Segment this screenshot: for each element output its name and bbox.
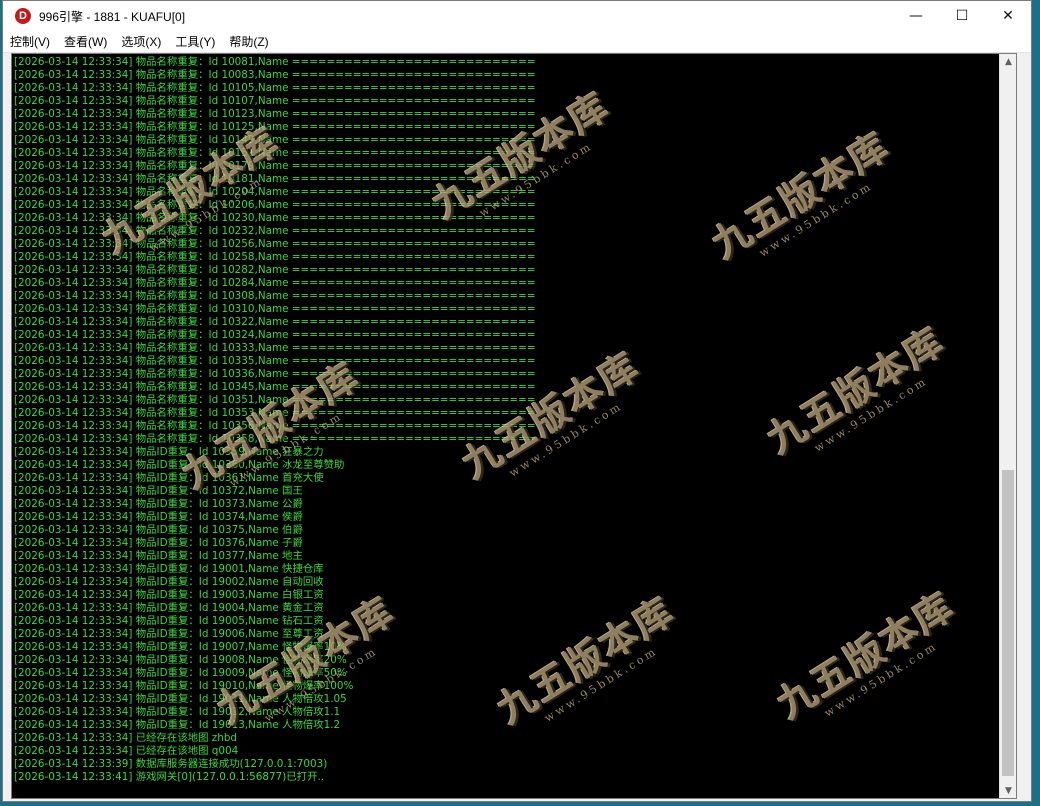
log-line: [2026-03-14 12:33:34] 物品名称重复：Id 10324,Na… [14,329,536,341]
log-line: [2026-03-14 12:33:34] 物品名称重复：Id 10081,Na… [14,56,536,68]
log-line: [2026-03-14 12:33:34] 物品名称重复：Id 10308,Na… [14,290,536,302]
log-line: [2026-03-14 12:33:34] 物品ID重复：Id 19009,Na… [14,667,347,679]
log-line: [2026-03-14 12:33:34] 物品名称重复：Id 10256,Na… [14,238,536,250]
log-line: [2026-03-14 12:33:34] 物品名称重复：Id 10335,Na… [14,355,536,367]
log-line: [2026-03-14 12:33:34] 物品ID重复：Id 19001,Na… [14,563,324,575]
log-line: [2026-03-14 12:33:34] 物品ID重复：Id 10374,Na… [14,511,303,523]
window-title: 996引擎 - 1881 - KUAFU[0] [39,9,186,24]
log-line: [2026-03-14 12:33:34] 物品ID重复：Id 19006,Na… [14,628,324,640]
log-line: [2026-03-14 12:33:34] 物品ID重复：Id 10377,Na… [14,550,303,562]
watermark-logo: 九五版本库 www.95bbk.com [700,116,905,278]
log-line: [2026-03-14 12:33:34] 物品ID重复：Id 10361,Na… [14,472,324,484]
log-line: [2026-03-14 12:33:34] 物品ID重复：Id 10372,Na… [14,485,303,497]
log-line: [2026-03-14 12:33:34] 物品名称重复：Id 10358,Na… [14,433,536,445]
menu-tools[interactable]: 工具(Y) [168,33,222,50]
log-line: [2026-03-14 12:33:34] 物品名称重复：Id 10258,Na… [14,251,536,263]
log-line: [2026-03-14 12:33:34] 物品名称重复：Id 10179,Na… [14,160,536,172]
log-line: [2026-03-14 12:33:34] 已经存在该地图 q004 [14,745,239,757]
title-bar[interactable]: D 996引擎 - 1881 - KUAFU[0] — ☐ ✕ [3,1,1031,31]
log-line: [2026-03-14 12:33:34] 物品名称重复：Id 10310,Na… [14,303,536,315]
log-line: [2026-03-14 12:33:34] 物品ID重复：Id 19008,Na… [14,654,347,666]
scroll-up-icon: ▲ [1005,56,1012,67]
close-icon: ✕ [1002,8,1014,24]
log-line: [2026-03-14 12:33:34] 物品ID重复：Id 10359,Na… [14,446,324,458]
log-line: [2026-03-14 12:33:34] 物品名称重复：Id 10282,Na… [14,264,536,276]
log-line: [2026-03-14 12:33:34] 物品名称重复：Id 10353,Na… [14,407,536,419]
log-line: [2026-03-14 12:33:34] 物品名称重复：Id 10322,Na… [14,316,536,328]
scroll-thumb[interactable] [1002,470,1014,776]
log-line: [2026-03-14 12:33:34] 物品ID重复：Id 19011,Na… [14,693,347,705]
log-line: [2026-03-14 12:33:34] 物品ID重复：Id 19004,Na… [14,602,324,614]
log-line: [2026-03-14 12:33:39] 数据库服务器连接成功(127.0.0… [14,758,328,770]
menu-bar: 控制(V) 查看(W) 选项(X) 工具(Y) 帮助(Z) [3,31,1031,53]
log-line: [2026-03-14 12:33:34] 物品名称重复：Id 10204,Na… [14,186,536,198]
log-line: [2026-03-14 12:33:34] 物品名称重复：Id 10151,Na… [14,147,536,159]
menu-help[interactable]: 帮助(Z) [222,33,275,50]
log-line: [2026-03-14 12:33:34] 物品ID重复：Id 19005,Na… [14,615,324,627]
log-line: [2026-03-14 12:33:34] 物品名称重复：Id 10123,Na… [14,108,536,120]
watermark-text: 九五版本库 [758,317,953,462]
minimize-button[interactable]: — [893,1,939,31]
watermark-logo: 九五版本库 www.95bbk.com [765,576,970,738]
menu-control[interactable]: 控制(V) [3,33,57,50]
log-line: [2026-03-14 12:33:34] 物品名称重复：Id 10107,Na… [14,95,536,107]
log-line: [2026-03-14 12:33:34] 物品名称重复：Id 10105,Na… [14,82,536,94]
maximize-icon: ☐ [955,8,969,24]
log-line: [2026-03-14 12:33:34] 物品ID重复：Id 19010,Na… [14,680,354,692]
log-line: [2026-03-14 12:33:34] 物品ID重复：Id 19002,Na… [14,576,324,588]
log-line: [2026-03-14 12:33:34] 物品名称重复：Id 10333,Na… [14,342,536,354]
log-line: [2026-03-14 12:33:41] 游戏网关[0](127.0.0.1:… [14,771,325,783]
log-line: [2026-03-14 12:33:34] 物品名称重复：Id 10230,Na… [14,212,536,224]
app-logo-icon[interactable]: D [15,8,31,24]
app-window: D 996引擎 - 1881 - KUAFU[0] — ☐ ✕ 控制(V) 查看… [2,0,1032,802]
window-controls: — ☐ ✕ [893,1,1031,31]
menu-options[interactable]: 选项(X) [114,33,168,50]
log-line: [2026-03-14 12:33:34] 物品名称重复：Id 10284,Na… [14,277,536,289]
scroll-down-icon: ▼ [1005,785,1012,796]
watermark-url: www.95bbk.com [812,374,930,455]
close-button[interactable]: ✕ [985,1,1031,31]
watermark-logo: 九五版本库 www.95bbk.com [755,311,960,473]
watermark-text: 九五版本库 [768,582,963,727]
vertical-scrollbar[interactable]: ▲ ▼ [999,54,1016,798]
scroll-down-button[interactable]: ▼ [1000,782,1016,798]
log-line: [2026-03-14 12:33:34] 物品ID重复：Id 19007,Na… [14,641,347,653]
watermark-url: www.95bbk.com [757,179,875,260]
menu-view[interactable]: 查看(W) [57,33,114,50]
log-line: [2026-03-14 12:33:34] 物品ID重复：Id 10373,Na… [14,498,303,510]
log-line: [2026-03-14 12:33:34] 物品名称重复：Id 10149,Na… [14,134,536,146]
log-line: [2026-03-14 12:33:34] 物品名称重复：Id 10356,Na… [14,420,536,432]
log-line: [2026-03-14 12:33:34] 物品ID重复：Id 10376,Na… [14,537,303,549]
log-line: [2026-03-14 12:33:34] 物品名称重复：Id 10351,Na… [14,394,536,406]
log-line: [2026-03-14 12:33:34] 物品名称重复：Id 10336,Na… [14,368,536,380]
log-line: [2026-03-14 12:33:34] 已经存在该地图 zhbd [14,732,238,744]
watermark-url: www.95bbk.com [542,644,660,725]
log-line: [2026-03-14 12:33:34] 物品ID重复：Id 19003,Na… [14,589,324,601]
log-line: [2026-03-14 12:33:34] 物品名称重复：Id 10083,Na… [14,69,536,81]
log-console[interactable]: [2026-03-14 12:33:34] 物品名称重复：Id 10081,Na… [11,53,1017,799]
watermark-text: 九五版本库 [703,122,898,267]
minimize-icon: — [909,8,923,24]
log-list: [2026-03-14 12:33:34] 物品名称重复：Id 10081,Na… [14,56,536,784]
log-line: [2026-03-14 12:33:34] 物品ID重复：Id 10375,Na… [14,524,303,536]
watermark-url: www.95bbk.com [822,639,940,720]
maximize-button[interactable]: ☐ [939,1,985,31]
log-line: [2026-03-14 12:33:34] 物品名称重复：Id 10206,Na… [14,199,536,211]
log-line: [2026-03-14 12:33:34] 物品名称重复：Id 10125,Na… [14,121,536,133]
log-line: [2026-03-14 12:33:34] 物品ID重复：Id 10360,Na… [14,459,345,471]
log-line: [2026-03-14 12:33:34] 物品ID重复：Id 19013,Na… [14,719,341,731]
scroll-up-button[interactable]: ▲ [1000,54,1016,70]
log-line: [2026-03-14 12:33:34] 物品名称重复：Id 10232,Na… [14,225,536,237]
log-line: [2026-03-14 12:33:34] 物品ID重复：Id 19012,Na… [14,706,341,718]
log-line: [2026-03-14 12:33:34] 物品名称重复：Id 10345,Na… [14,381,536,393]
log-line: [2026-03-14 12:33:34] 物品名称重复：Id 10181,Na… [14,173,536,185]
